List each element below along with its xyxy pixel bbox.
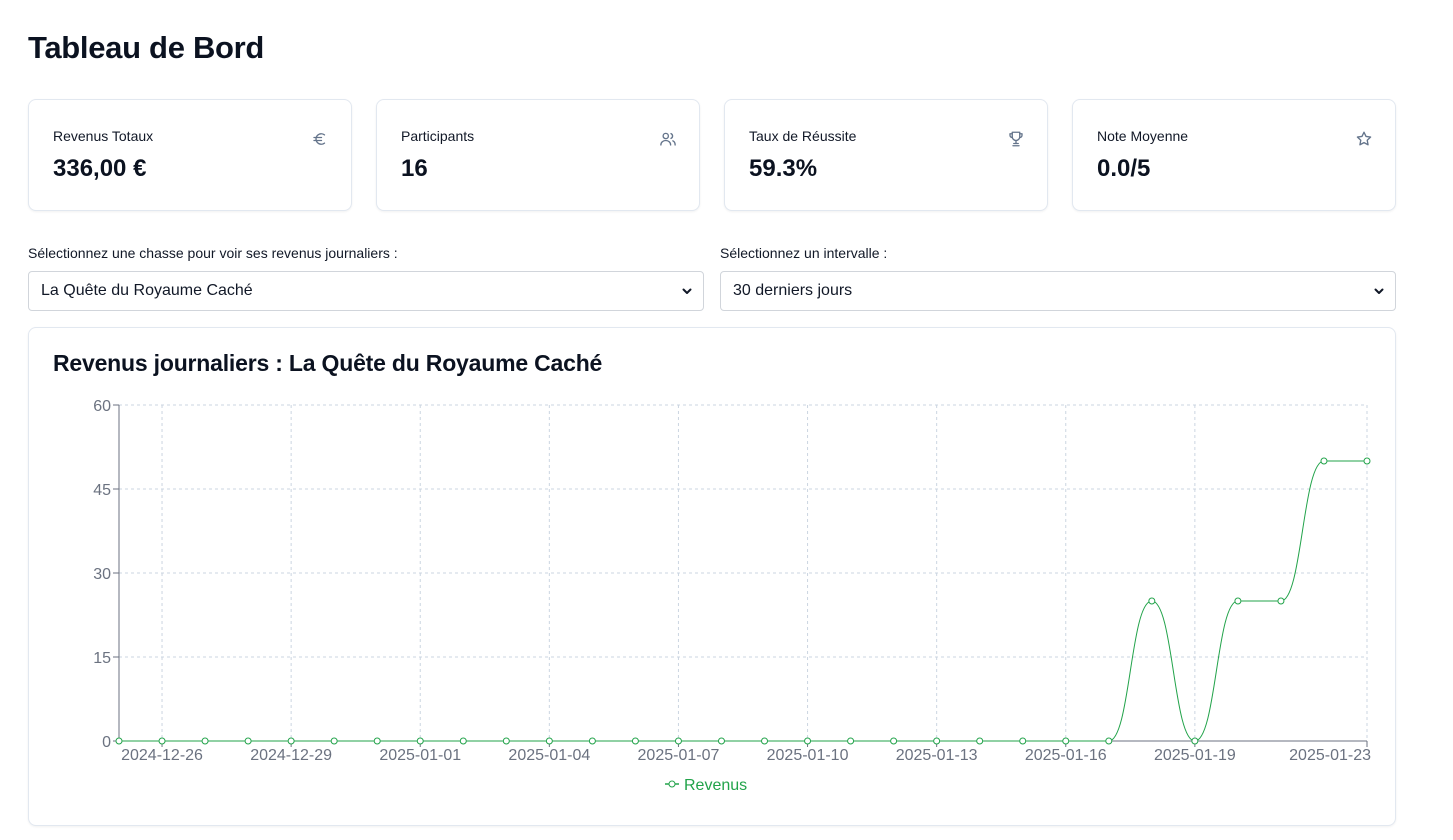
x-tick-label: 2025-01-01: [379, 747, 461, 764]
data-point: [588, 737, 596, 745]
star-icon: [1355, 130, 1373, 148]
data-point: [1191, 737, 1199, 745]
stat-card-revenue: Revenus Totaux 336,00 €: [28, 99, 352, 211]
users-icon: [659, 130, 677, 148]
data-point: [545, 737, 553, 745]
data-point: [761, 737, 769, 745]
data-point: [330, 737, 338, 745]
data-point: [1062, 737, 1070, 745]
data-point: [1320, 457, 1328, 465]
stat-card-success-rate: Taux de Réussite 59.3%: [724, 99, 1048, 211]
stat-label: Participants: [401, 128, 475, 144]
chevron-down-icon: [1374, 288, 1384, 294]
data-point: [847, 737, 855, 745]
revenue-chart-card: Revenus journaliers : La Quête du Royaum…: [28, 327, 1396, 826]
x-tick-label: 2025-01-04: [508, 747, 590, 764]
interval-select-label: Sélectionnez un intervalle :: [720, 245, 888, 261]
data-point: [1277, 597, 1285, 605]
stat-label: Taux de Réussite: [749, 128, 857, 144]
y-tick-label: 0: [102, 734, 111, 751]
data-point: [804, 737, 812, 745]
data-point: [631, 737, 639, 745]
x-tick-label: 2025-01-13: [896, 747, 978, 764]
x-tick-label: 2025-01-10: [767, 747, 849, 764]
stat-value: 0.0/5: [1097, 155, 1151, 182]
stat-card-rating: Note Moyenne 0.0/5: [1072, 99, 1396, 211]
data-point: [976, 737, 984, 745]
legend-label: Revenus: [684, 777, 747, 794]
stat-value: 336,00 €: [53, 155, 147, 182]
stat-value: 59.3%: [749, 155, 818, 182]
x-tick-label: 2025-01-19: [1154, 747, 1236, 764]
data-point: [459, 737, 467, 745]
hunt-select-value: La Quête du Royaume Caché: [41, 282, 253, 299]
interval-select[interactable]: 30 derniers jours: [720, 271, 1396, 311]
x-tick-label: 2025-01-23: [1289, 747, 1371, 764]
data-point: [502, 737, 510, 745]
legend-marker: [668, 780, 676, 788]
data-point: [933, 737, 941, 745]
x-tick-label: 2024-12-26: [121, 747, 203, 764]
y-tick-label: 15: [93, 650, 111, 667]
stat-label: Note Moyenne: [1097, 128, 1189, 144]
data-point: [717, 737, 725, 745]
euro-icon: [311, 130, 329, 148]
data-point: [1363, 457, 1371, 465]
x-tick-label: 2025-01-07: [638, 747, 720, 764]
x-tick-label: 2025-01-16: [1025, 747, 1107, 764]
stat-card-participants: Participants 16: [376, 99, 700, 211]
data-point: [244, 737, 252, 745]
interval-select-value: 30 derniers jours: [733, 282, 853, 299]
stat-value: 16: [401, 155, 428, 182]
y-tick-label: 60: [93, 398, 111, 415]
x-tick-label: 2024-12-29: [250, 747, 332, 764]
data-point: [287, 737, 295, 745]
data-point: [416, 737, 424, 745]
data-point: [1148, 597, 1156, 605]
trophy-icon: [1007, 130, 1025, 148]
data-point: [115, 737, 123, 745]
y-tick-label: 45: [93, 482, 111, 499]
y-tick-label: 30: [93, 566, 111, 583]
data-point: [890, 737, 898, 745]
chevron-down-icon: [682, 288, 692, 294]
stats-cards: Revenus Totaux 336,00 € Participants 16 …: [28, 99, 1396, 211]
page-title: Tableau de Bord: [28, 30, 265, 65]
data-point: [1234, 597, 1242, 605]
hunt-select-label: Sélectionnez une chasse pour voir ses re…: [28, 245, 398, 261]
data-point: [1105, 737, 1113, 745]
series-line: [118, 460, 1367, 742]
hunt-select[interactable]: La Quête du Royaume Caché: [28, 271, 704, 311]
stat-label: Revenus Totaux: [53, 128, 154, 144]
data-point: [674, 737, 682, 745]
data-point: [201, 737, 209, 745]
data-point: [373, 737, 381, 745]
data-point: [1019, 737, 1027, 745]
revenue-line-chart: 0 15 30 45 60 2024-12-26 2024-12-29 2025-01-01 2…: [93, 398, 1371, 794]
data-point: [158, 737, 166, 745]
